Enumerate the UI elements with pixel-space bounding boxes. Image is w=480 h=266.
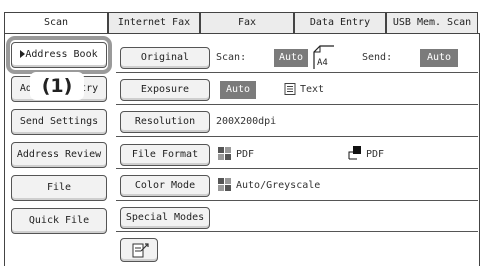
address-review-button[interactable]: Address Review bbox=[11, 142, 107, 168]
tab-usb-mem-scan[interactable]: USB Mem. Scan bbox=[386, 12, 478, 34]
file-format-button[interactable]: File Format bbox=[120, 144, 210, 166]
special-modes-button[interactable]: Special Modes bbox=[120, 207, 210, 229]
paper-size-label: A4 bbox=[317, 58, 328, 68]
quick-file-button[interactable]: Quick File bbox=[11, 208, 107, 234]
preview-icon bbox=[132, 243, 149, 258]
file-format-1: PDF bbox=[236, 149, 255, 160]
callout-label: (1) bbox=[30, 72, 84, 100]
color-mode-value: Auto/Greyscale bbox=[236, 180, 321, 191]
send-settings-button[interactable]: Send Settings bbox=[11, 109, 107, 135]
preview-button[interactable] bbox=[120, 238, 158, 262]
original-button[interactable]: Original bbox=[120, 47, 210, 69]
page-icon: A4 bbox=[313, 45, 334, 69]
row-divider bbox=[116, 136, 478, 137]
scan-value-badge: Auto bbox=[274, 49, 308, 67]
text-doc-icon bbox=[284, 83, 296, 95]
resolution-button[interactable]: Resolution bbox=[120, 111, 210, 133]
tab-data-entry[interactable]: Data Entry bbox=[294, 12, 386, 34]
grid-icon bbox=[218, 178, 231, 191]
file-button[interactable]: File bbox=[11, 175, 107, 201]
send-value-badge: Auto bbox=[420, 49, 458, 67]
row-divider bbox=[116, 231, 478, 232]
mode-tabs: Scan Internet Fax Fax Data Entry USB Mem… bbox=[4, 12, 478, 34]
scan-label: Scan: bbox=[216, 52, 247, 63]
exposure-button[interactable]: Exposure bbox=[120, 79, 210, 101]
tab-fax[interactable]: Fax bbox=[200, 12, 294, 34]
tab-scan[interactable]: Scan bbox=[4, 12, 108, 34]
color-mode-button[interactable]: Color Mode bbox=[120, 175, 210, 197]
address-book-highlight bbox=[6, 36, 112, 74]
row-divider bbox=[116, 104, 478, 105]
mono-icon bbox=[348, 146, 361, 160]
row-divider bbox=[116, 200, 478, 201]
tab-internet-fax[interactable]: Internet Fax bbox=[108, 12, 200, 34]
send-label: Send: bbox=[362, 52, 393, 63]
exposure-type: Text bbox=[300, 84, 325, 95]
exposure-mode-badge: Auto bbox=[220, 81, 256, 99]
row-divider bbox=[116, 168, 478, 169]
file-format-2: PDF bbox=[366, 149, 385, 160]
row-divider bbox=[116, 72, 478, 73]
grid-icon bbox=[218, 147, 231, 160]
resolution-value: 200X200dpi bbox=[216, 116, 277, 127]
